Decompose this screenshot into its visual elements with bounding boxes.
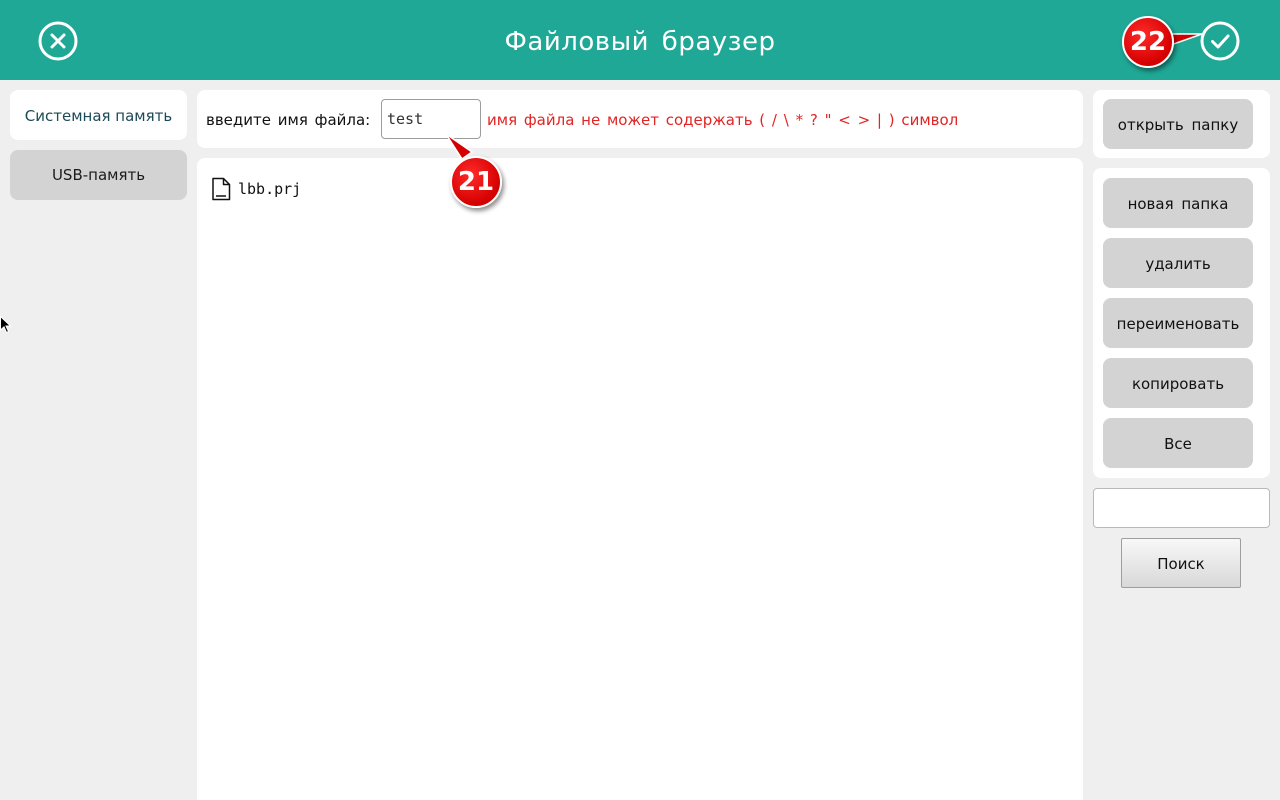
file-list: lbb.prj (197, 158, 1083, 800)
actions-panel: новая папка удалить переименовать копиро… (1093, 168, 1270, 478)
header-bar: Файловый браузер (0, 0, 1280, 80)
copy-button[interactable]: копировать (1103, 358, 1253, 408)
search-button[interactable]: Поиск (1121, 538, 1241, 588)
delete-button[interactable]: удалить (1103, 238, 1253, 288)
close-button[interactable] (38, 21, 78, 61)
filename-input[interactable] (381, 99, 481, 139)
filename-label: введите имя файла: (206, 111, 371, 129)
check-circle-icon (1200, 21, 1240, 61)
open-folder-panel: открыть папку (1093, 90, 1270, 158)
file-icon (212, 177, 231, 201)
open-folder-button[interactable]: открыть папку (1103, 99, 1253, 149)
file-name: lbb.prj (238, 180, 302, 198)
list-item[interactable]: lbb.prj (211, 176, 301, 202)
filename-warning: имя файла не может содержать ( / \ * ? "… (487, 111, 959, 129)
tab-usb-memory[interactable]: USB-память (10, 150, 187, 200)
annotation-badge-21: 21 (450, 156, 502, 208)
annotation-badge-22: 22 (1122, 16, 1174, 68)
page-title: Файловый браузер (504, 27, 776, 57)
close-circle-icon (38, 21, 78, 61)
rename-button[interactable]: переименовать (1103, 298, 1253, 348)
select-all-button[interactable]: Все (1103, 418, 1253, 468)
tab-system-memory[interactable]: Системная память (10, 90, 187, 140)
file-browser-window: Файловый браузер Системная память USB-па… (0, 0, 1280, 800)
confirm-button[interactable] (1200, 21, 1240, 61)
new-folder-button[interactable]: новая папка (1103, 178, 1253, 228)
mouse-cursor-icon (0, 316, 12, 334)
filename-bar: введите имя файла: имя файла не может со… (197, 90, 1083, 148)
search-input[interactable] (1093, 488, 1270, 528)
